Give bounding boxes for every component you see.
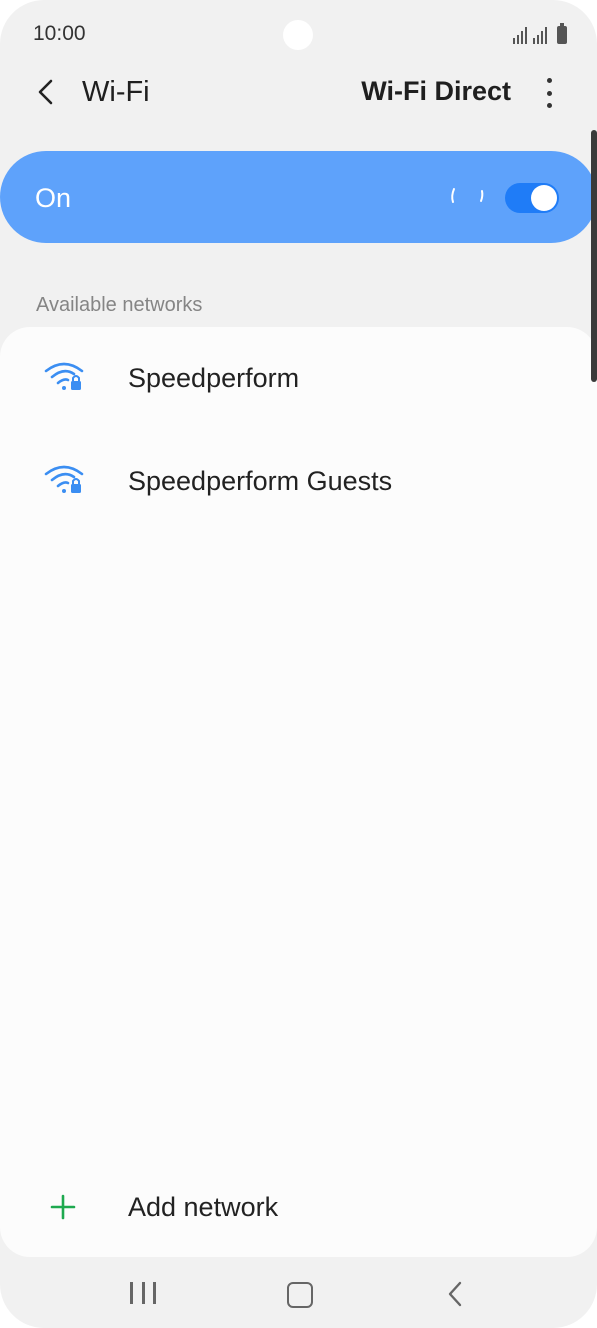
network-name: Speedperform Guests bbox=[128, 466, 393, 496]
status-time: 10:00 bbox=[33, 22, 86, 45]
signal-icon bbox=[513, 26, 527, 44]
battery-icon bbox=[557, 23, 567, 44]
scrollbar[interactable] bbox=[591, 130, 597, 382]
networks-list: Speedperform Speedperform Guests bbox=[0, 327, 597, 535]
wifi-direct-button[interactable]: Wi-Fi Direct bbox=[361, 76, 511, 107]
add-network-label: Add network bbox=[128, 1192, 279, 1222]
networks-list-body bbox=[0, 535, 597, 1257]
wifi-locked-icon bbox=[44, 465, 84, 493]
back-button[interactable] bbox=[28, 74, 64, 110]
add-network-button[interactable]: Add network bbox=[0, 1160, 597, 1256]
home-icon[interactable] bbox=[287, 1282, 313, 1308]
chevron-left-icon bbox=[38, 79, 53, 105]
scanning-spinner-icon bbox=[451, 188, 484, 203]
signal-icon bbox=[533, 26, 547, 44]
network-item[interactable]: Speedperform Guests bbox=[0, 430, 597, 530]
page-title: Wi-Fi bbox=[82, 76, 150, 108]
network-name: Speedperform bbox=[128, 363, 300, 393]
available-networks-label: Available networks bbox=[36, 294, 203, 316]
more-options-button[interactable] bbox=[537, 78, 561, 108]
wifi-settings-screen: 10:00 Wi-Fi Wi-Fi Direct On Available ne… bbox=[0, 0, 597, 1328]
network-item[interactable]: Speedperform bbox=[0, 327, 597, 427]
plus-icon bbox=[50, 1194, 76, 1220]
status-icons bbox=[513, 22, 567, 44]
wifi-toggle-switch[interactable] bbox=[505, 183, 559, 213]
wifi-locked-icon bbox=[44, 362, 84, 390]
more-options-icon bbox=[546, 78, 552, 83]
toggle-knob bbox=[531, 185, 557, 211]
front-camera-cutout bbox=[283, 20, 313, 50]
back-icon[interactable] bbox=[444, 1280, 468, 1308]
wifi-state-label: On bbox=[35, 183, 72, 213]
recent-apps-icon[interactable] bbox=[130, 1282, 156, 1306]
